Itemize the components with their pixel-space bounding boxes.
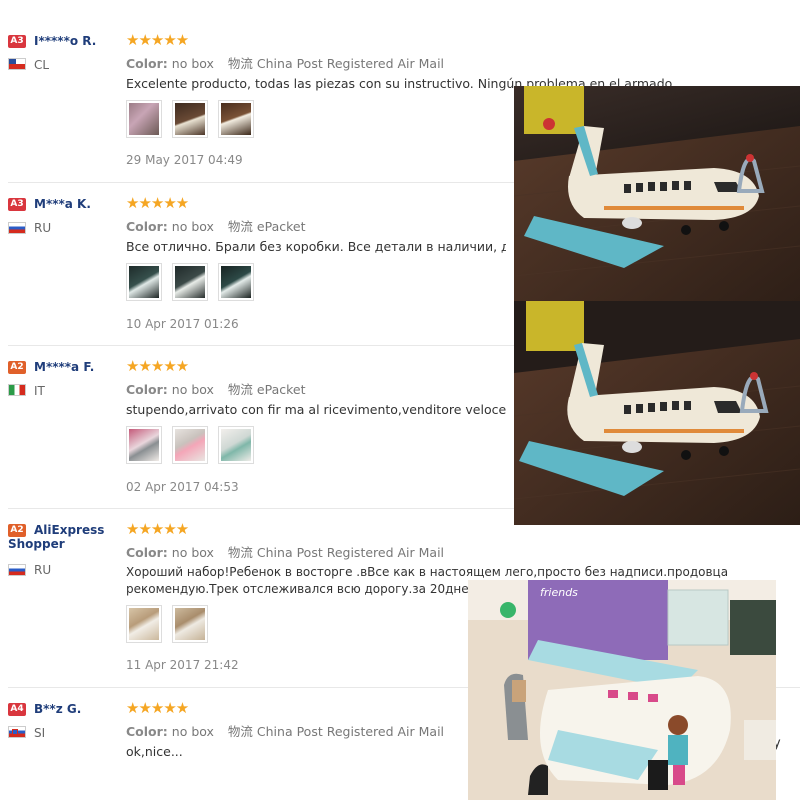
flag-it-icon — [8, 384, 26, 396]
color-label: Color: — [126, 545, 168, 560]
color-value: no box — [171, 724, 214, 739]
buyer-level-badge: A2 — [8, 361, 26, 374]
photo-thumbnail[interactable] — [126, 100, 162, 138]
color-label: Color: — [126, 382, 168, 397]
country-code: SI — [34, 726, 46, 740]
photo-thumbnail[interactable] — [172, 426, 209, 464]
flag-cl-icon — [8, 58, 26, 70]
airplane-photo-image — [514, 86, 800, 301]
color-label: Color: — [126, 56, 168, 71]
country-code: IT — [34, 384, 45, 398]
review-photos — [126, 605, 213, 645]
color-value: no box — [171, 382, 214, 397]
shipping-label: 物流 — [227, 219, 253, 234]
review-photos — [126, 100, 259, 140]
reviewer-name[interactable]: B**z G. — [34, 702, 81, 716]
shipping-label: 物流 — [227, 382, 253, 397]
shipping-value: China Post Registered Air Mail — [256, 545, 445, 560]
color-value: no box — [171, 219, 214, 234]
buyer-level-badge: A3 — [8, 198, 26, 211]
review-date: 02 Apr 2017 04:53 — [126, 480, 239, 494]
shipping-value: ePacket — [256, 219, 306, 234]
reviewer-name[interactable]: I*****o R. — [34, 34, 96, 48]
buyer-level-badge: A3 — [8, 35, 26, 48]
enlarged-photo-1[interactable] — [514, 86, 800, 301]
reviewer-name[interactable]: M****a F. — [34, 360, 94, 374]
photo-thumbnail[interactable] — [126, 605, 162, 643]
shipping-value: China Post Registered Air Mail — [256, 56, 445, 71]
flag-ru-icon — [8, 222, 26, 234]
airplane-photo-image: friends — [468, 580, 776, 800]
shipping-value: China Post Registered Air Mail — [256, 724, 445, 739]
color-label: Color: — [126, 219, 168, 234]
country-code: RU — [34, 221, 52, 235]
enlarged-photo-2[interactable] — [514, 301, 800, 525]
review-date: 10 Apr 2017 01:26 — [126, 317, 239, 331]
reviewer-name[interactable]: M***a K. — [34, 197, 91, 211]
review-text: stupendo,arrivato con fir ma al ricevime… — [126, 402, 506, 417]
star-rating: ★★★★★ — [126, 357, 189, 375]
star-rating: ★★★★★ — [126, 31, 189, 49]
photo-thumbnail[interactable] — [218, 426, 255, 464]
review-date: 11 Apr 2017 21:42 — [126, 658, 239, 672]
country-code: RU — [34, 563, 52, 577]
order-info: Color: no box 物流 China Post Registered A… — [126, 542, 444, 561]
flag-si-icon — [8, 726, 26, 738]
photo-thumbnail[interactable] — [172, 605, 209, 643]
order-info: Color: no box 物流 China Post Registered A… — [126, 53, 444, 72]
reviewer-name[interactable]: AliExpress Shopper — [8, 523, 116, 551]
order-info: Color: no box 物流 China Post Registered A… — [126, 721, 444, 740]
color-label: Color: — [126, 724, 168, 739]
shipping-value: ePacket — [256, 382, 306, 397]
photo-thumbnail[interactable] — [126, 426, 162, 464]
airplane-photo-image — [514, 301, 800, 525]
photo-thumbnail[interactable] — [218, 100, 255, 138]
star-rating: ★★★★★ — [126, 194, 189, 212]
color-value: no box — [171, 56, 214, 71]
country-code: CL — [34, 58, 50, 72]
order-info: Color: no box 物流 ePacket — [126, 379, 306, 398]
shipping-label: 物流 — [227, 56, 253, 71]
photo-thumbnail[interactable] — [218, 263, 255, 301]
enlarged-photo-3[interactable]: friends — [468, 580, 776, 800]
star-rating: ★★★★★ — [126, 520, 189, 538]
review-photos — [126, 263, 259, 303]
buyer-level-badge: A4 — [8, 703, 26, 716]
order-info: Color: no box 物流 ePacket — [126, 216, 306, 235]
flag-ru-icon — [8, 564, 26, 576]
shipping-label: 物流 — [227, 724, 253, 739]
box-brand-text: friends — [540, 586, 578, 599]
color-value: no box — [171, 545, 214, 560]
shipping-label: 物流 — [227, 545, 253, 560]
review-photos — [126, 426, 259, 466]
review-date: 29 May 2017 04:49 — [126, 153, 243, 167]
photo-thumbnail[interactable] — [172, 100, 209, 138]
star-rating: ★★★★★ — [126, 699, 189, 717]
photo-thumbnail[interactable] — [126, 263, 162, 301]
photo-thumbnail[interactable] — [172, 263, 209, 301]
review-text: Все отлично. Брали без коробки. Все дета… — [126, 239, 506, 254]
